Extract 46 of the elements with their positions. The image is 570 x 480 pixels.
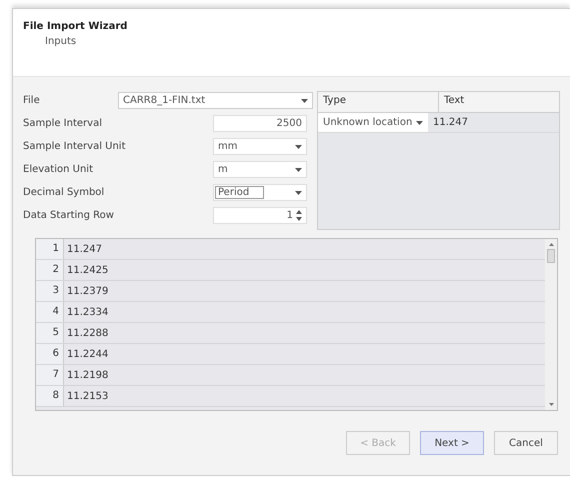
spinner-icon xyxy=(296,210,302,221)
table-cell-text: 11.2288 xyxy=(66,328,108,338)
line-number: 4 xyxy=(36,302,64,322)
field-label: Sample Interval Unit xyxy=(23,141,127,152)
caret-icon xyxy=(301,98,308,102)
caret-icon xyxy=(416,120,423,124)
table-cell-text: 11.2334 xyxy=(66,306,108,318)
spin-field[interactable]: 1 xyxy=(213,207,307,224)
table-cell-text: 11.2379 xyxy=(66,286,108,296)
line-number: 6 xyxy=(36,344,64,364)
number-field[interactable]: 2500 xyxy=(213,115,307,132)
scrollbar-thumb[interactable] xyxy=(547,249,555,263)
caret-icon xyxy=(295,144,302,148)
scroll-up-icon[interactable] xyxy=(548,243,554,246)
table-cell-text: 11.2425 xyxy=(66,264,108,276)
caret-icon xyxy=(295,190,302,194)
field-label: File xyxy=(23,95,41,106)
wizard-subtitle: Inputs xyxy=(45,36,78,47)
scroll-down-icon[interactable] xyxy=(548,403,554,406)
type-dropdown[interactable]: Unknown location xyxy=(318,113,428,132)
table-cell-text: 11.2198 xyxy=(66,370,108,380)
table-cell-text: 11.247 xyxy=(432,117,468,128)
table-cell-text: 11.247 xyxy=(66,244,102,254)
line-number: 2 xyxy=(36,260,64,280)
dropdown[interactable]: CARR8_1-FIN.txt xyxy=(118,92,313,109)
scrollbar[interactable] xyxy=(545,239,557,410)
wizard-button[interactable]: Cancel xyxy=(494,431,558,455)
line-number: 3 xyxy=(36,281,64,301)
wizard-button[interactable]: Next > xyxy=(420,431,484,455)
dropdown[interactable]: mm xyxy=(213,138,307,155)
dropdown[interactable]: m xyxy=(213,161,307,178)
table-cell-text: 11.2244 xyxy=(66,348,108,360)
wizard-title: File Import Wizard xyxy=(23,21,128,32)
column-header: Text xyxy=(443,94,466,108)
field-label: Data Starting Row xyxy=(23,210,115,221)
field-label: Decimal Symbol xyxy=(23,187,106,198)
line-number: 8 xyxy=(36,386,64,406)
line-number: 5 xyxy=(36,323,64,343)
caret-icon xyxy=(295,168,302,172)
table-cell-text: 11.2153 xyxy=(66,390,108,402)
line-number: 7 xyxy=(36,365,64,385)
dropdown[interactable]: Period xyxy=(213,184,307,201)
field-label: Elevation Unit xyxy=(23,164,94,175)
line-number: 1 xyxy=(36,239,64,259)
field-label: Sample Interval xyxy=(23,118,103,129)
column-header: Type xyxy=(318,92,439,112)
